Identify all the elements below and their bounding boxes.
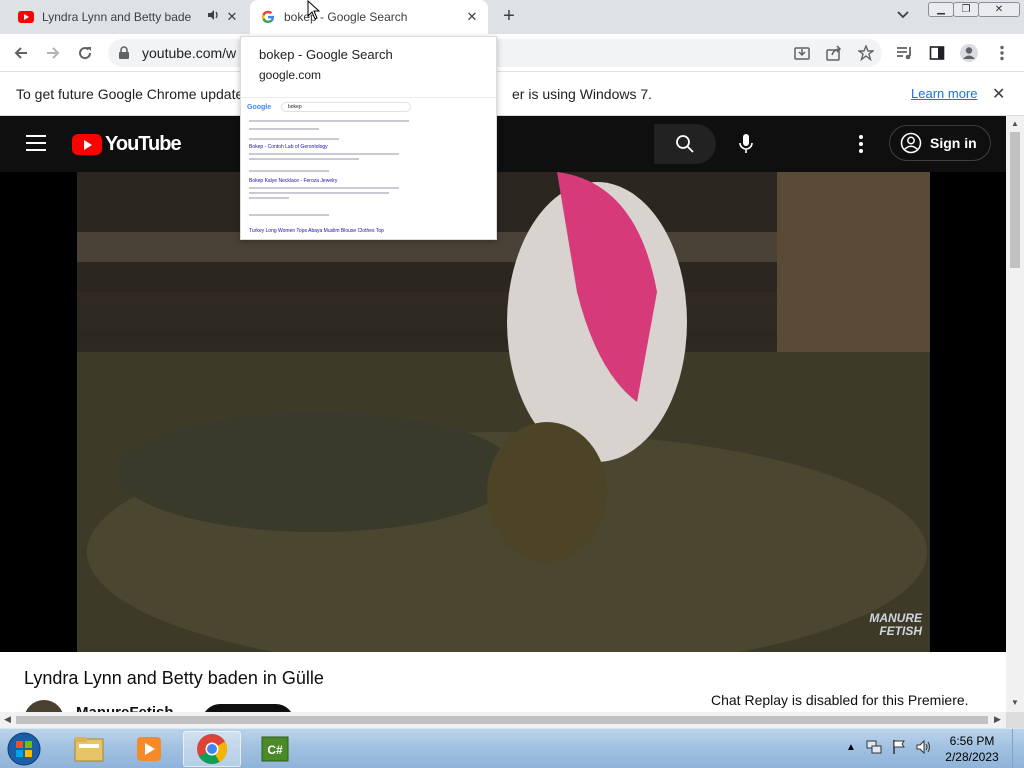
settings-menu-icon[interactable]: [852, 134, 870, 154]
svg-text:C#: C#: [267, 743, 283, 757]
chrome-taskbar-button[interactable]: [183, 731, 241, 767]
scroll-down-arrow-icon[interactable]: ▼: [1011, 698, 1019, 707]
video-frame-image: [77, 172, 930, 652]
youtube-header: YouTube Sign in: [0, 116, 1006, 172]
video-player[interactable]: MANURE FETISH: [77, 172, 930, 652]
folder-icon: [74, 737, 104, 762]
channel-name[interactable]: ManureFetish: [76, 704, 174, 712]
video-watermark: MANURE FETISH: [869, 612, 922, 638]
youtube-logo[interactable]: YouTube: [72, 133, 182, 156]
reload-icon[interactable]: [74, 42, 96, 64]
share-icon[interactable]: [824, 43, 844, 63]
url-text: youtube.com/w: [142, 45, 237, 61]
search-icon: [676, 135, 694, 153]
side-panel-icon[interactable]: [927, 43, 947, 63]
close-tab-icon[interactable]: ✕: [464, 9, 480, 25]
preview-result-1: Bokep - Contoh Lab of Gerontology: [249, 144, 328, 150]
action-center-flag-icon[interactable]: [892, 739, 906, 755]
tab-title: Lyndra Lynn and Betty baden in Gülle: [42, 10, 192, 24]
hamburger-menu-icon[interactable]: [26, 135, 46, 151]
forward-arrow-icon[interactable]: [42, 42, 64, 64]
speaker-icon[interactable]: [207, 9, 220, 24]
bookmark-star-icon[interactable]: [856, 43, 876, 63]
preview-search-box: bokep: [281, 102, 411, 112]
youtube-play-logo-icon: [72, 134, 102, 155]
scroll-right-arrow-icon[interactable]: ▶: [994, 714, 1001, 725]
close-infobar-icon[interactable]: ✕: [992, 84, 1005, 104]
scroll-up-arrow-icon[interactable]: ▲: [1011, 119, 1019, 128]
start-button[interactable]: [4, 730, 44, 768]
windows-taskbar: C# ▲ 6:56 PM 2/28/2023: [0, 728, 1024, 768]
search-button[interactable]: [654, 124, 716, 164]
update-infobar: To get future Google Chrome updates, er …: [0, 72, 1024, 116]
system-clock[interactable]: 6:56 PM 2/28/2023: [940, 733, 1004, 765]
minimize-button[interactable]: ▁: [928, 2, 954, 17]
back-arrow-icon[interactable]: [10, 42, 32, 64]
google-favicon-icon: [260, 9, 276, 25]
sign-in-button[interactable]: Sign in: [889, 125, 991, 161]
volume-icon[interactable]: [916, 739, 932, 755]
infobar-message: To get future Google Chrome updates,: [16, 86, 255, 102]
hover-card-domain: google.com: [259, 68, 322, 82]
clock-date: 2/28/2023: [945, 750, 999, 764]
explorer-taskbar-button[interactable]: [60, 731, 118, 767]
video-title: Lyndra Lynn and Betty baden in Gülle: [24, 668, 324, 688]
lock-icon[interactable]: [118, 46, 130, 63]
new-tab-button[interactable]: +: [498, 6, 520, 28]
media-player-icon: [137, 737, 161, 761]
tab-hover-card: bokep - Google Search google.com Google …: [240, 36, 497, 240]
vertical-scroll-thumb[interactable]: [1010, 132, 1020, 268]
system-tray: ▲: [846, 739, 932, 755]
show-desktop-button[interactable]: [1012, 729, 1024, 768]
channel-avatar[interactable]: [24, 700, 64, 712]
watermark-line-2: FETISH: [879, 624, 922, 638]
vertical-scrollbar[interactable]: ▲ ▼: [1006, 116, 1024, 712]
media-player-taskbar-button[interactable]: [120, 731, 178, 767]
close-window-button[interactable]: ✕: [978, 2, 1020, 17]
tab-title: bokep - Google Search: [284, 10, 408, 24]
chrome-icon: [197, 734, 228, 765]
csharp-ide-taskbar-button[interactable]: C#: [246, 731, 304, 767]
chrome-menu-icon[interactable]: [992, 43, 1012, 63]
sign-in-label: Sign in: [930, 135, 977, 151]
learn-more-link[interactable]: Learn more: [911, 86, 977, 101]
infobar-message-tail: er is using Windows 7.: [512, 86, 653, 102]
youtube-favicon-icon: [18, 9, 34, 25]
hover-card-title: bokep - Google Search: [259, 47, 393, 62]
youtube-logo-text: YouTube: [105, 133, 182, 155]
page-preview-thumbnail: Google bokep Bokep - Contoh Lab of Geron…: [241, 97, 496, 239]
install-app-icon[interactable]: [792, 43, 812, 63]
clock-time: 6:56 PM: [949, 734, 995, 748]
chat-replay-notice: Chat Replay is disabled for this Premier…: [711, 692, 969, 708]
show-hidden-icons-icon[interactable]: ▲: [846, 742, 856, 753]
tab-youtube[interactable]: Lyndra Lynn and Betty baden in Gülle ✕: [8, 0, 248, 34]
close-tab-icon[interactable]: ✕: [224, 9, 240, 25]
microphone-icon: [739, 134, 753, 153]
tab-search-chevron-icon[interactable]: [896, 8, 914, 26]
subscribe-button[interactable]: [202, 704, 294, 712]
windows-logo-icon: [7, 732, 41, 766]
media-controls-icon[interactable]: [895, 43, 915, 63]
profile-avatar-icon[interactable]: [959, 43, 979, 63]
tab-google-search[interactable]: bokep - Google Search ✕: [250, 0, 488, 34]
scroll-left-arrow-icon[interactable]: ◀: [4, 714, 11, 725]
voice-search-button[interactable]: [728, 124, 764, 164]
preview-result-3: Turkey Long Women Tops Abaya Muslim Blou…: [249, 228, 384, 234]
browser-toolbar: youtube.com/w: [0, 34, 1024, 72]
tab-strip: Lyndra Lynn and Betty baden in Gülle ✕ b…: [0, 0, 1024, 34]
horizontal-scrollbar[interactable]: ◀ ▶: [0, 712, 1006, 728]
mouse-cursor-icon: [307, 0, 321, 20]
account-circle-icon: [900, 132, 922, 154]
restore-button[interactable]: ❐: [953, 2, 979, 17]
csharp-icon: C#: [261, 736, 289, 762]
video-player-area: MANURE FETISH: [0, 172, 1006, 652]
network-icon[interactable]: [866, 739, 882, 755]
video-info: Lyndra Lynn and Betty baden in Gülle Man…: [0, 652, 1006, 712]
preview-result-2: Bokep Kalye Necklace - Feroza Jewelry: [249, 178, 338, 184]
scrollbar-corner: [1006, 712, 1024, 728]
horizontal-scroll-thumb[interactable]: [16, 716, 988, 724]
preview-google-logo: Google: [247, 104, 272, 111]
